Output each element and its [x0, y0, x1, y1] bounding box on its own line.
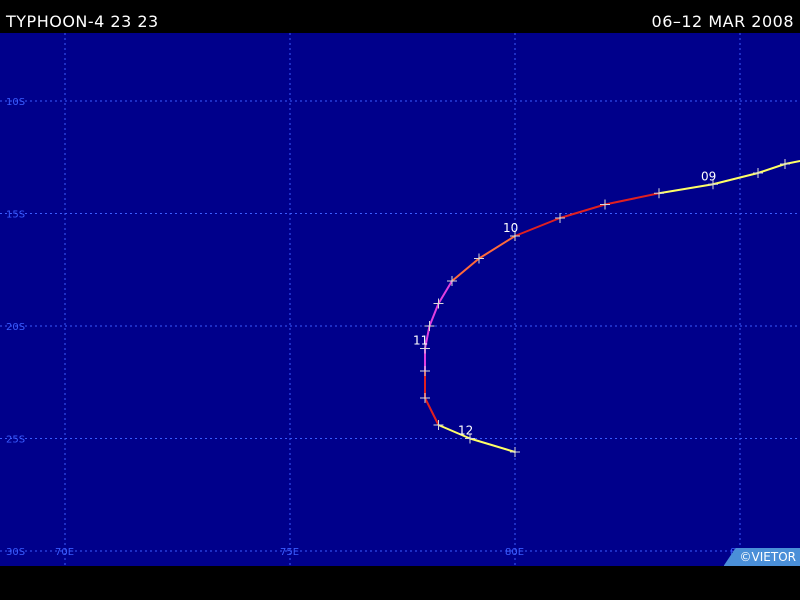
- day-label: 10: [503, 221, 518, 235]
- lat-label: 30S: [6, 547, 25, 558]
- lat-label: 20S: [6, 322, 25, 333]
- track-segment: [469, 437, 516, 453]
- track-segment: [478, 235, 516, 260]
- track-segment: [559, 203, 606, 219]
- track-segment: [658, 183, 714, 195]
- credit-badge: ©VIETOR: [723, 548, 800, 566]
- track-map-canvas: 10S15S20S25S30S70E75E80E85E90E95E100E070…: [0, 33, 800, 566]
- track-segment: [712, 172, 759, 186]
- date-range: 06–12 MAR 2008: [651, 12, 794, 31]
- track-segment: [784, 159, 800, 165]
- track-segment: [424, 397, 440, 426]
- track-segment: [451, 257, 480, 282]
- track-segment: [757, 163, 786, 174]
- day-label: 12: [458, 424, 473, 438]
- lat-label: 10S: [6, 97, 25, 108]
- track-segment: [428, 302, 440, 327]
- day-label: 11: [413, 334, 428, 348]
- storm-title: TYPHOON-4 23 23: [6, 12, 159, 31]
- track-map: 10S15S20S25S30S70E75E80E85E90E95E100E070…: [0, 33, 800, 566]
- day-label: 09: [701, 169, 716, 183]
- footer-bar: [0, 566, 800, 600]
- lon-label: 75E: [280, 547, 299, 558]
- lon-label: 80E: [505, 547, 524, 558]
- lon-label: 70E: [55, 547, 74, 558]
- header-bar: TYPHOON-4 23 23 06–12 MAR 2008: [0, 0, 800, 32]
- track-segment: [514, 217, 561, 237]
- lat-label: 15S: [6, 210, 25, 221]
- lat-label: 25S: [6, 435, 25, 446]
- track-segment: [604, 192, 660, 206]
- track-segment: [437, 280, 453, 305]
